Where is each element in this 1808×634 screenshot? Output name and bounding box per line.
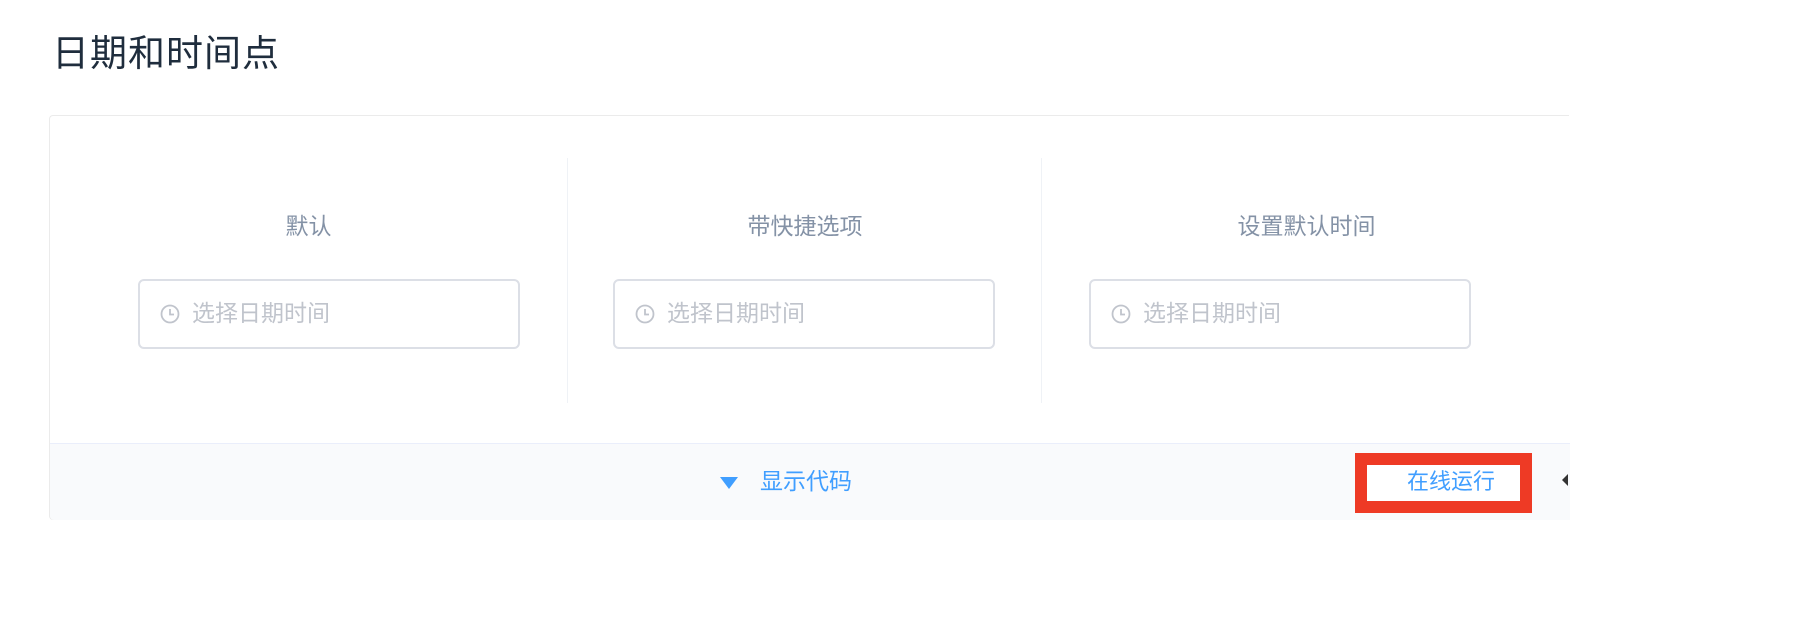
clock-icon <box>1111 304 1131 324</box>
caret-down-icon <box>720 477 738 489</box>
datetime-input-shortcuts[interactable] <box>667 291 967 337</box>
page-title: 日期和时间点 <box>52 32 280 75</box>
mouse-cursor-icon <box>1562 474 1568 486</box>
clock-icon <box>160 304 180 324</box>
demo-default: 默认 <box>50 158 567 403</box>
datetime-input-default[interactable] <box>192 291 492 337</box>
show-code-label: 显示代码 <box>760 469 852 495</box>
datetime-picker-default[interactable] <box>138 279 520 349</box>
demo-block: 默认 带快捷选项 设置默认时间 <box>49 115 1570 520</box>
datetime-picker-shortcuts[interactable] <box>613 279 995 349</box>
datetime-picker-default-time[interactable] <box>1089 279 1471 349</box>
demo-source: 默认 带快捷选项 设置默认时间 <box>50 158 1570 403</box>
show-code-toggle[interactable]: 显示代码 <box>720 464 852 500</box>
demo-title-default-time: 设置默认时间 <box>1237 214 1376 240</box>
datetime-input-default-time[interactable] <box>1143 291 1443 337</box>
demo-title-default: 默认 <box>285 214 332 240</box>
demo-shortcuts: 带快捷选项 <box>567 158 1042 403</box>
demo-default-time: 设置默认时间 <box>1041 158 1571 403</box>
clock-icon <box>635 304 655 324</box>
run-online-button[interactable]: 在线运行 <box>1355 453 1532 513</box>
demo-title-shortcuts: 带快捷选项 <box>747 214 863 240</box>
demo-control-bar: 显示代码 在线运行 <box>50 443 1570 520</box>
